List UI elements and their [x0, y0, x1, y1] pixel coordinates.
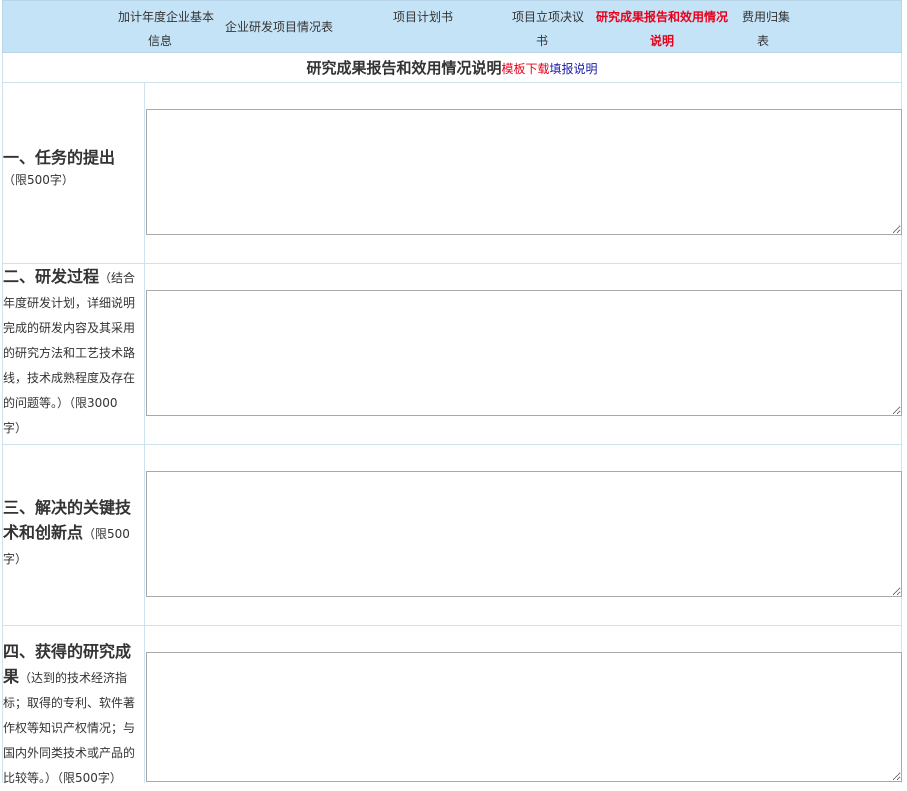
tab-basic-info[interactable]: 加计年度企业基本 信息	[111, 5, 221, 53]
guide-link[interactable]: 填报说明	[550, 62, 598, 76]
tab-label: 书	[535, 34, 548, 48]
section-heading: 四、获得的研究成	[3, 642, 132, 661]
section-label: 二、研发过程（结合 年度研发计划，详细说明 完成的研发内容及其采用 的研究方法和…	[3, 264, 145, 444]
page-title-row: 研究成果报告和效用情况说明模板下载填报说明	[2, 53, 902, 82]
section-label: 三、解决的关键技 术和创新点（限500 字）	[3, 445, 145, 625]
section-label: 四、获得的研究成 果（达到的技术经济指 标；取得的专利、软件著 作权等知识产权情…	[3, 626, 145, 785]
section-note: 完成的研发内容及其采用	[3, 321, 136, 335]
section-key-tech: 三、解决的关键技 术和创新点（限500 字）	[2, 444, 902, 625]
section-note: （限500字）	[3, 173, 74, 187]
tab-approval-resolution[interactable]: 项目立项决议 书	[505, 5, 591, 53]
section-heading-2: 果	[3, 667, 20, 686]
section-note: 字）	[3, 421, 28, 435]
tab-project-table[interactable]: 企业研发项目情况表	[223, 15, 335, 39]
template-download-link[interactable]: 模板下载	[501, 62, 549, 76]
section-note: 国内外同类技术或产品的	[3, 746, 136, 760]
rd-process-textarea[interactable]	[146, 290, 902, 416]
section-heading-2: 术和创新点	[3, 523, 84, 542]
section-heading: 二、研发过程	[3, 267, 100, 286]
section-note: 的研究方法和工艺技术路	[3, 346, 136, 360]
task-origin-textarea[interactable]	[146, 109, 902, 235]
tab-label: 加计年度企业基本	[117, 10, 214, 24]
section-note: 字）	[3, 552, 28, 566]
tab-label: 费用归集	[741, 10, 790, 24]
section-note: 的问题等。）（限3000	[3, 396, 118, 410]
section-label: 一、任务的提出 （限500字）	[3, 83, 145, 263]
section-note: （达到的技术经济指	[19, 671, 128, 685]
section-results: 四、获得的研究成 果（达到的技术经济指 标；取得的专利、软件著 作权等知识产权情…	[2, 625, 902, 785]
section-note: 标；取得的专利、软件著	[3, 696, 136, 710]
section-rd-process: 二、研发过程（结合 年度研发计划，详细说明 完成的研发内容及其采用 的研究方法和…	[2, 263, 902, 444]
tab-label: 项目计划书	[392, 10, 453, 24]
tab-label: 信息	[147, 34, 172, 48]
tab-label: 说明	[649, 34, 674, 48]
tab-label: 研究成果报告和效用情况	[595, 10, 728, 24]
section-heading: 三、解决的关键技	[3, 498, 132, 517]
tab-label: 项目立项决议	[511, 10, 584, 24]
tab-project-plan[interactable]: 项目计划书	[383, 5, 463, 29]
page-title: 研究成果报告和效用情况说明	[306, 59, 502, 77]
results-textarea[interactable]	[146, 652, 902, 782]
section-heading: 一、任务的提出	[3, 148, 116, 167]
key-tech-textarea[interactable]	[146, 471, 902, 597]
section-note: 作权等知识产权情况；与	[3, 721, 136, 735]
section-note: 年度研发计划，详细说明	[3, 296, 136, 310]
section-note: 线，技术成熟程度及存在	[3, 371, 136, 385]
section-note: （结合	[99, 271, 136, 285]
tab-label: 表	[756, 34, 769, 48]
section-note: （限500	[83, 527, 130, 541]
tab-research-report[interactable]: 研究成果报告和效用情况 说明	[587, 5, 737, 53]
tab-expense-summary[interactable]: 费用归集 表	[737, 5, 795, 53]
section-note: 比较等。）（限500字）	[3, 771, 122, 785]
tab-bar: 加计年度企业基本 信息 企业研发项目情况表 项目计划书 项目立项决议 书 研究成…	[2, 0, 902, 53]
section-task-origin: 一、任务的提出 （限500字）	[2, 82, 902, 263]
tab-label: 企业研发项目情况表	[224, 20, 333, 34]
